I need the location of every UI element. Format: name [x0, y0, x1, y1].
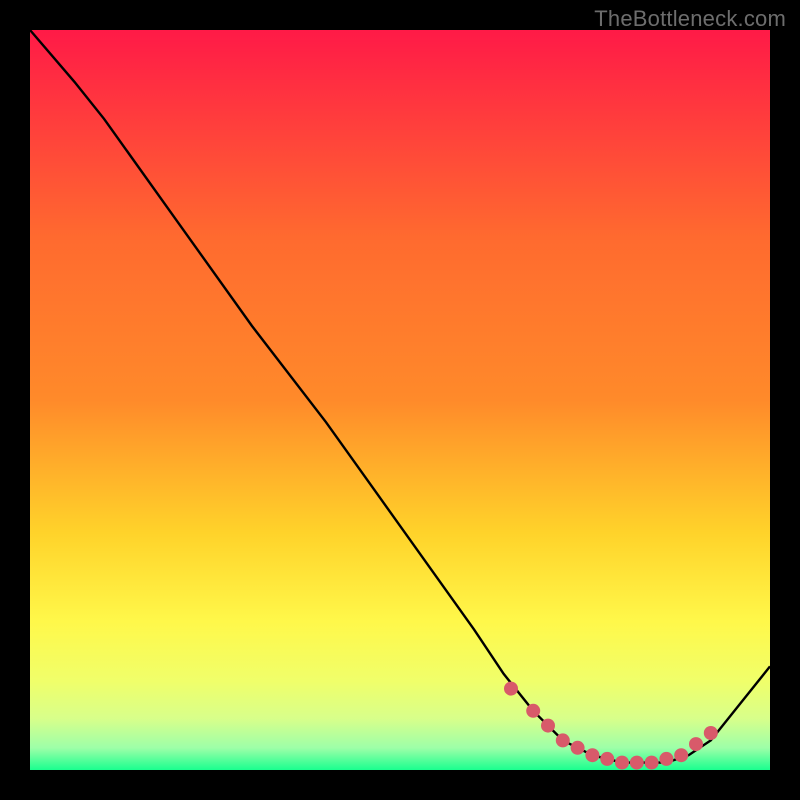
marker-dot: [659, 752, 673, 766]
marker-dot: [541, 719, 555, 733]
plot-background: [30, 30, 770, 770]
bottleneck-chart: [0, 0, 800, 800]
watermark-text: TheBottleneck.com: [594, 6, 786, 32]
marker-dot: [645, 756, 659, 770]
marker-dot: [689, 737, 703, 751]
marker-dot: [615, 756, 629, 770]
marker-dot: [504, 682, 518, 696]
chart-container: TheBottleneck.com: [0, 0, 800, 800]
marker-dot: [556, 733, 570, 747]
marker-dot: [704, 726, 718, 740]
marker-dot: [585, 748, 599, 762]
marker-dot: [571, 741, 585, 755]
marker-dot: [526, 704, 540, 718]
marker-dot: [674, 748, 688, 762]
marker-dot: [630, 756, 644, 770]
marker-dot: [600, 752, 614, 766]
